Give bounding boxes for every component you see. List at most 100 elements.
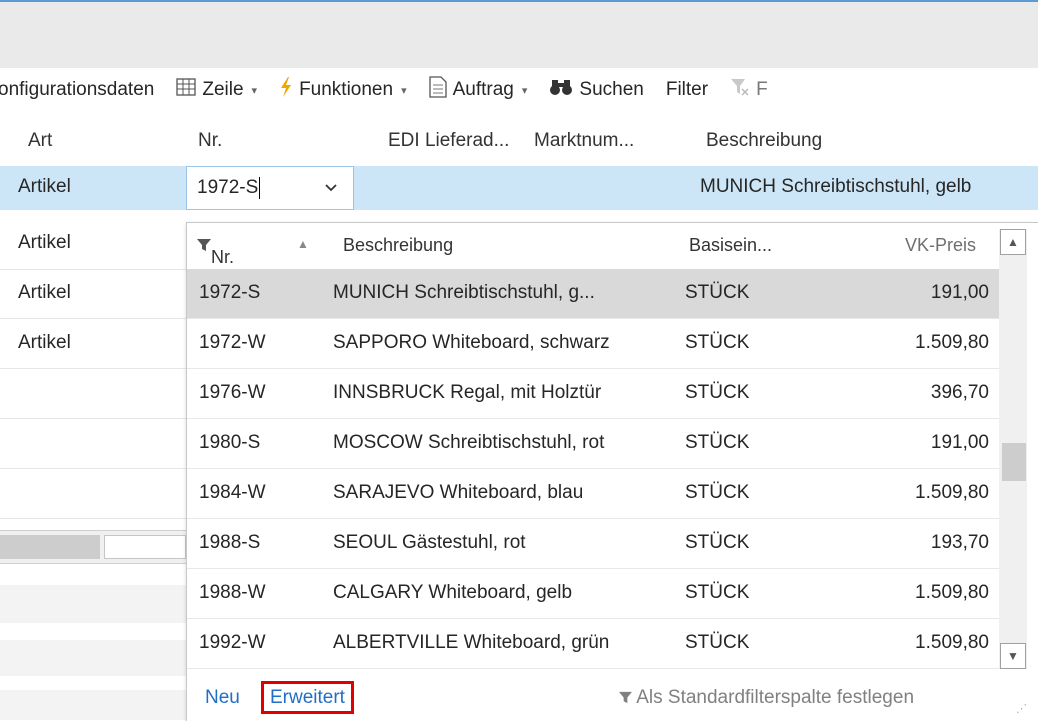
lookup-price: 1.509,80 bbox=[915, 632, 989, 653]
col-art[interactable]: Art bbox=[28, 130, 52, 152]
window-top-band bbox=[0, 0, 1038, 70]
scroll-up-icon[interactable]: ▲ bbox=[1000, 229, 1026, 255]
scrollbar-track[interactable] bbox=[104, 535, 186, 559]
lookup-unit: STÜCK bbox=[685, 582, 750, 603]
vertical-scrollbar[interactable]: ▲ ▼ bbox=[999, 229, 1027, 669]
sort-ascending-icon: ▲ bbox=[297, 237, 309, 251]
lookup-nr: 1992-W bbox=[199, 632, 266, 653]
lookup-unit: STÜCK bbox=[685, 532, 750, 553]
lookup-unit: STÜCK bbox=[685, 432, 750, 453]
lookup-row[interactable]: 1972-W SAPPORO Whiteboard, schwarz STÜCK… bbox=[187, 319, 999, 369]
document-icon bbox=[428, 76, 447, 104]
lookup-nr: 1980-S bbox=[199, 432, 261, 453]
lookup-nr: 1988-W bbox=[199, 582, 266, 603]
lookup-desc: INNSBRUCK Regal, mit Holztür bbox=[333, 382, 602, 403]
scrollbar-thumb[interactable] bbox=[1002, 443, 1026, 481]
lookup-desc: SEOUL Gästestuhl, rot bbox=[333, 532, 526, 553]
lookup-price: 1.509,80 bbox=[915, 332, 989, 353]
clear-filter-label: F bbox=[756, 79, 768, 100]
lookup-row[interactable]: 1980-S MOSCOW Schreibtischstuhl, rot STÜ… bbox=[187, 419, 999, 469]
lookup-col-nr[interactable]: Nr. bbox=[197, 235, 234, 267]
lookup-desc: CALGARY Whiteboard, gelb bbox=[333, 582, 573, 603]
action-toolbar: onfigurationsdaten Zeile ▾ Funktionen ▾ … bbox=[0, 68, 1038, 112]
lookup-nr: 1984-W bbox=[199, 482, 266, 503]
lookup-price: 193,70 bbox=[930, 532, 989, 553]
col-edi[interactable]: EDI Lieferad... bbox=[388, 130, 509, 152]
clear-filter-button[interactable]: F bbox=[730, 77, 768, 103]
lookup-row[interactable]: 1988-S SEOUL Gästestuhl, rot STÜCK 193,7… bbox=[187, 519, 999, 569]
scrollbar-thumb[interactable] bbox=[0, 535, 100, 559]
lookup-desc: SARAJEVO Whiteboard, blau bbox=[333, 482, 584, 503]
lookup-unit: STÜCK bbox=[685, 332, 750, 353]
text-cursor bbox=[259, 177, 261, 199]
lightning-icon bbox=[279, 77, 293, 103]
suchen-button[interactable]: Suchen bbox=[549, 78, 644, 102]
footer-area bbox=[0, 690, 186, 720]
lookup-header: Nr. ▲ Beschreibung Basisein... VK-Preis bbox=[187, 223, 1001, 269]
lookup-row[interactable]: 1972-S MUNICH Schreibtischstuhl, g... ST… bbox=[187, 269, 999, 319]
configuration-data-label: onfigurationsdaten bbox=[0, 79, 155, 100]
filter-button[interactable]: Filter bbox=[666, 79, 708, 101]
lookup-nr: 1972-S bbox=[199, 282, 261, 303]
filter-icon bbox=[619, 691, 632, 704]
col-beschreibung[interactable]: Beschreibung bbox=[706, 130, 822, 152]
lookup-price: 191,00 bbox=[930, 282, 989, 303]
suchen-label: Suchen bbox=[579, 79, 644, 100]
set-default-filter-column-button[interactable]: Als Standardfilterspalte festlegen bbox=[619, 687, 914, 709]
row-description-value: MUNICH Schreibtischstuhl, gelb bbox=[700, 176, 972, 197]
lookup-unit: STÜCK bbox=[685, 282, 750, 303]
lookup-nr: 1972-W bbox=[199, 332, 266, 353]
funktionen-label: Funktionen bbox=[299, 79, 394, 100]
configuration-data-action[interactable]: onfigurationsdaten bbox=[0, 79, 154, 101]
grid-icon bbox=[176, 78, 196, 102]
row-art-value[interactable]: Artikel bbox=[18, 282, 71, 304]
lookup-col-nr-label: Nr. bbox=[211, 247, 235, 267]
auftrag-menu[interactable]: Auftrag ▾ bbox=[428, 76, 527, 104]
lookup-row[interactable]: 1988-W CALGARY Whiteboard, gelb STÜCK 1.… bbox=[187, 569, 999, 619]
binoculars-icon bbox=[549, 78, 573, 102]
lookup-price: 191,00 bbox=[930, 432, 989, 453]
col-nr[interactable]: Nr. bbox=[198, 130, 222, 152]
lookup-desc: MOSCOW Schreibtischstuhl, rot bbox=[333, 432, 605, 453]
horizontal-scrollbar[interactable] bbox=[0, 530, 186, 564]
lookup-col-beschreibung[interactable]: Beschreibung bbox=[343, 235, 453, 256]
new-link[interactable]: Neu bbox=[205, 687, 240, 709]
lookup-col-basiseinheit[interactable]: Basisein... bbox=[689, 235, 772, 256]
lookup-unit: STÜCK bbox=[685, 482, 750, 503]
lookup-unit: STÜCK bbox=[685, 632, 750, 653]
lookup-col-vk-preis[interactable]: VK-Preis bbox=[905, 235, 976, 256]
zeile-label: Zeile bbox=[202, 79, 244, 100]
lookup-price: 396,70 bbox=[930, 382, 989, 403]
row-divider bbox=[0, 518, 186, 519]
row-divider bbox=[0, 318, 186, 319]
row-art-value: Artikel bbox=[18, 176, 71, 197]
clear-filter-icon bbox=[730, 77, 750, 103]
filter-icon bbox=[197, 239, 211, 251]
scroll-down-icon[interactable]: ▼ bbox=[1000, 643, 1026, 669]
lookup-desc: ALBERTVILLE Whiteboard, grün bbox=[333, 632, 610, 653]
lookup-row[interactable]: 1992-W ALBERTVILLE Whiteboard, grün STÜC… bbox=[187, 619, 999, 669]
nr-input[interactable]: 1972-S bbox=[186, 166, 354, 210]
col-marktnummer[interactable]: Marktnum... bbox=[534, 130, 634, 152]
filter-label: Filter bbox=[665, 79, 709, 100]
zeile-menu[interactable]: Zeile ▾ bbox=[176, 78, 257, 102]
nr-input-value: 1972-S bbox=[197, 177, 259, 199]
chevron-down-icon[interactable] bbox=[325, 179, 337, 195]
resize-grip-icon[interactable]: ⋰ bbox=[1016, 702, 1027, 715]
row-divider bbox=[0, 368, 186, 369]
lookup-price: 1.509,80 bbox=[915, 482, 989, 503]
funktionen-menu[interactable]: Funktionen ▾ bbox=[279, 77, 407, 103]
current-row[interactable]: Artikel 1972-S MUNICH Schreibtischstuhl,… bbox=[0, 166, 1038, 210]
lookup-nr: 1988-S bbox=[199, 532, 261, 553]
row-art-value[interactable]: Artikel bbox=[18, 332, 71, 354]
auftrag-label: Auftrag bbox=[452, 79, 514, 100]
erweitert-link[interactable]: Erweitert bbox=[261, 681, 354, 714]
row-divider bbox=[0, 269, 186, 270]
lookup-row[interactable]: 1976-W INNSBRUCK Regal, mit Holztür STÜC… bbox=[187, 369, 999, 419]
row-divider bbox=[0, 418, 186, 419]
chevron-down-icon: ▾ bbox=[251, 84, 258, 97]
chevron-down-icon: ▾ bbox=[401, 84, 407, 97]
row-art-value[interactable]: Artikel bbox=[18, 232, 71, 254]
lookup-row[interactable]: 1984-W SARAJEVO Whiteboard, blau STÜCK 1… bbox=[187, 469, 999, 519]
set-default-filter-column-label: Als Standardfilterspalte festlegen bbox=[636, 687, 915, 708]
